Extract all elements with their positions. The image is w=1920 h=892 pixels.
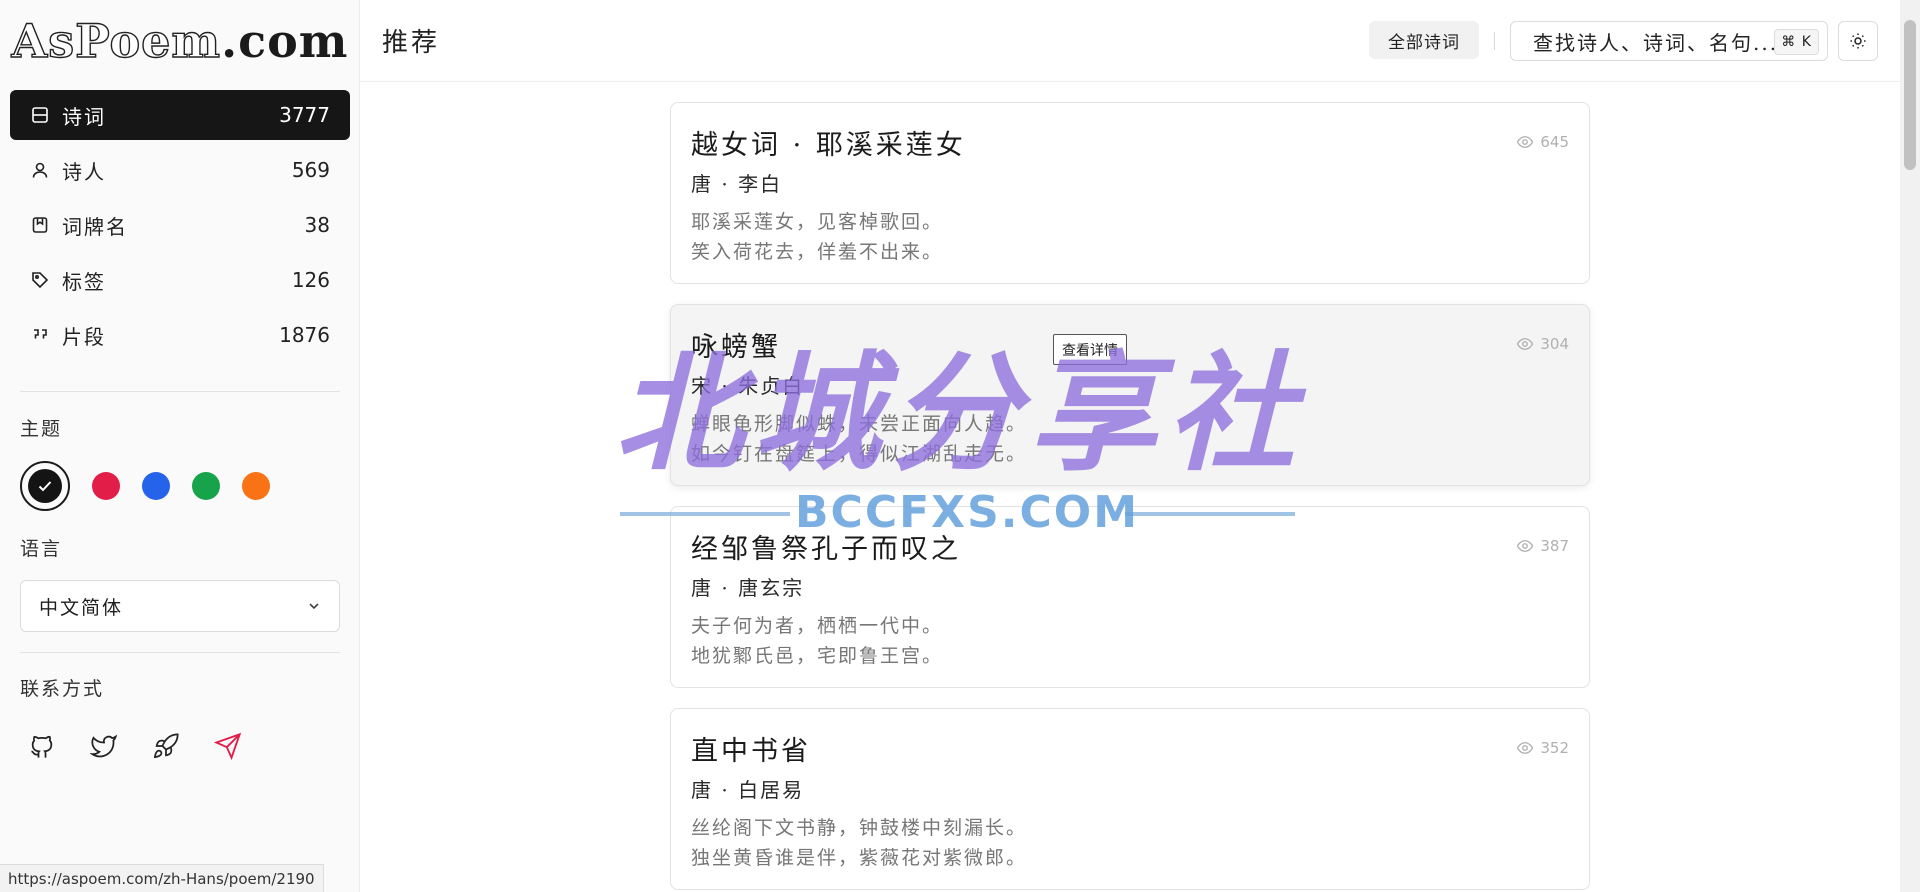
rocket-icon[interactable] xyxy=(150,730,182,762)
language-select[interactable]: 中文简体 xyxy=(20,580,340,632)
eye-icon xyxy=(1517,742,1534,754)
nav-item-poems[interactable]: 诗词 3777 xyxy=(10,90,350,140)
theme-swatch-red[interactable] xyxy=(92,472,120,500)
chevron-down-icon xyxy=(309,603,319,610)
shortcut-badge: ⌘ K xyxy=(1774,29,1819,55)
nav-item-poets[interactable]: 诗人 569 xyxy=(10,145,350,195)
poem-line: 丝纶阁下文书静，钟鼓楼中刻漏长。 xyxy=(691,817,1028,839)
eye-icon xyxy=(1517,136,1534,148)
nav-label: 诗词 xyxy=(62,104,106,129)
theme-toggle-button[interactable] xyxy=(1838,21,1878,61)
poem-line: 独坐黄昏谁是伴，紫薇花对紫微郎。 xyxy=(691,847,1028,869)
nav-label: 标签 xyxy=(62,269,106,294)
scrollbar[interactable] xyxy=(1900,0,1920,892)
watermark-rule xyxy=(1125,512,1295,516)
bookmark-icon xyxy=(30,215,50,235)
theme-swatch-green[interactable] xyxy=(192,472,220,500)
all-poems-button[interactable]: 全部诗词 xyxy=(1369,21,1479,59)
divider xyxy=(1494,32,1495,50)
view-count: 645 xyxy=(1516,133,1569,151)
theme-swatch-black[interactable] xyxy=(20,461,70,511)
sun-icon xyxy=(1850,33,1866,49)
language-title: 语言 xyxy=(20,538,63,560)
github-icon[interactable] xyxy=(26,730,58,762)
search-placeholder: 查找诗人、诗词、名句... xyxy=(1533,30,1779,55)
nav-label: 词牌名 xyxy=(62,214,128,239)
telegram-icon[interactable] xyxy=(212,730,244,762)
divider xyxy=(20,652,340,653)
site-logo[interactable]: AsPoem.com xyxy=(0,13,360,68)
poem-meta: 唐 · 唐玄宗 xyxy=(691,576,805,600)
nav-count: 38 xyxy=(304,213,330,237)
poem-meta: 宋 · 朱贞白 xyxy=(691,374,805,398)
nav-count: 569 xyxy=(291,158,330,182)
nav-item-fragments[interactable]: 片段 1876 xyxy=(10,310,350,360)
poem-line: 笑入荷花去，佯羞不出来。 xyxy=(691,241,944,263)
nav-item-tags[interactable]: 标签 126 xyxy=(10,255,350,305)
poem-card[interactable]: 直中书省 唐 · 白居易 丝纶阁下文书静，钟鼓楼中刻漏长。 独坐黄昏谁是伴，紫薇… xyxy=(670,708,1590,890)
poem-list: 越女词 · 耶溪采莲女 唐 · 李白 耶溪采莲女，见客棹歌回。 笑入荷花去，佯羞… xyxy=(670,102,1590,892)
scrollbar-thumb[interactable] xyxy=(1904,20,1916,170)
nav-count: 1876 xyxy=(279,323,330,347)
tag-icon xyxy=(30,270,50,290)
divider xyxy=(20,391,340,392)
watermark-rule xyxy=(620,512,790,516)
view-count: 304 xyxy=(1516,335,1569,353)
theme-swatch-blue[interactable] xyxy=(142,472,170,500)
contact-title: 联系方式 xyxy=(20,678,105,700)
poem-card[interactable]: 咏螃蟹 宋 · 朱贞白 蝉眼龟形脚似蛛，未尝正面向人趋。 如今钉在盘筵上，得似江… xyxy=(670,304,1590,486)
poem-title: 越女词 · 耶溪采莲女 xyxy=(691,130,966,161)
view-count: 352 xyxy=(1516,739,1569,757)
theme-title: 主题 xyxy=(20,418,63,440)
poem-title: 经邹鲁祭孔子而叹之 xyxy=(691,534,961,565)
eye-icon xyxy=(1517,540,1534,552)
page-title: 推荐 xyxy=(382,28,441,58)
layout-icon xyxy=(30,105,50,125)
quote-icon xyxy=(30,325,50,345)
poem-meta: 唐 · 白居易 xyxy=(691,778,805,802)
social-links xyxy=(26,730,244,762)
main-nav: 诗词 3777 诗人 569 词牌名 38 标签 126 片段 1876 xyxy=(10,90,350,365)
poem-line: 夫子何为者，栖栖一代中。 xyxy=(691,615,944,637)
theme-swatch-fill xyxy=(28,469,62,503)
nav-item-cipai[interactable]: 词牌名 38 xyxy=(10,200,350,250)
poem-title: 咏螃蟹 xyxy=(691,332,781,363)
eye-icon xyxy=(1517,338,1534,350)
theme-swatches xyxy=(20,461,270,511)
poem-meta: 唐 · 李白 xyxy=(691,172,783,196)
details-tooltip: 查看详情 xyxy=(1053,334,1127,365)
status-url: https://aspoem.com/zh-Hans/poem/2190 xyxy=(0,864,324,892)
top-header: 推荐 全部诗词 查找诗人、诗词、名句... ⌘ K xyxy=(360,0,1900,82)
language-value: 中文简体 xyxy=(39,596,124,619)
user-icon xyxy=(30,160,50,180)
theme-swatch-orange[interactable] xyxy=(242,472,270,500)
poem-line: 耶溪采莲女，见客棹歌回。 xyxy=(691,211,944,233)
poem-card[interactable]: 经邹鲁祭孔子而叹之 唐 · 唐玄宗 夫子何为者，栖栖一代中。 地犹鄹氏邑，宅即鲁… xyxy=(670,506,1590,688)
view-count: 387 xyxy=(1516,537,1569,555)
search-input[interactable]: 查找诗人、诗词、名句... ⌘ K xyxy=(1510,21,1828,61)
sidebar: AsPoem.com 诗词 3777 诗人 569 词牌名 38 标签 126 … xyxy=(0,0,360,892)
poem-title: 直中书省 xyxy=(691,736,811,767)
nav-count: 3777 xyxy=(279,103,330,127)
check-icon xyxy=(38,481,52,492)
poem-line: 地犹鄹氏邑，宅即鲁王宫。 xyxy=(691,645,944,667)
poem-line: 如今钉在盘筵上，得似江湖乱走无。 xyxy=(691,443,1028,465)
poem-line: 蝉眼龟形脚似蛛，未尝正面向人趋。 xyxy=(691,413,1028,435)
nav-count: 126 xyxy=(291,268,330,292)
nav-label: 片段 xyxy=(62,324,106,349)
twitter-icon[interactable] xyxy=(88,730,120,762)
nav-label: 诗人 xyxy=(62,159,106,184)
poem-card[interactable]: 越女词 · 耶溪采莲女 唐 · 李白 耶溪采莲女，见客棹歌回。 笑入荷花去，佯羞… xyxy=(670,102,1590,284)
